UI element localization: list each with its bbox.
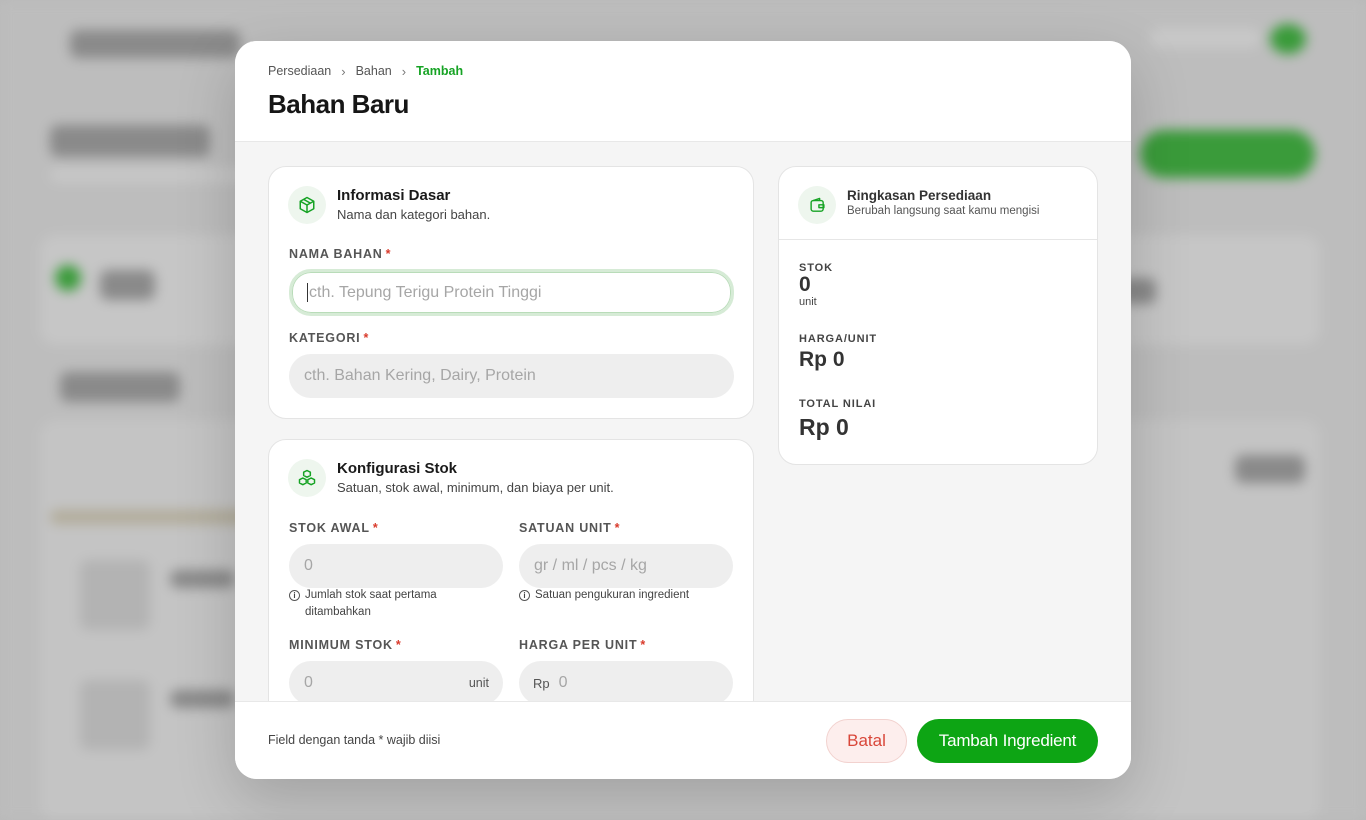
- basic-info-card: Informasi Dasar Nama dan kategori bahan.…: [268, 166, 754, 419]
- add-ingredient-button[interactable]: Tambah Ingredient: [917, 719, 1098, 763]
- category-input[interactable]: cth. Bahan Kering, Dairy, Protein: [289, 354, 734, 398]
- unit-input[interactable]: gr / ml / pcs / kg: [519, 544, 733, 588]
- summary-total-value: Rp 0: [799, 414, 849, 440]
- section-subtitle: Berubah langsung saat kamu mengisi: [847, 205, 1040, 217]
- breadcrumb-item-bahan[interactable]: Bahan: [356, 64, 392, 78]
- name-input[interactable]: cth. Tepung Terigu Protein Tinggi: [289, 269, 734, 316]
- divider: [779, 239, 1097, 240]
- summary-price-value: Rp 0: [799, 348, 845, 371]
- unit-label: SATUAN UNIT *: [519, 521, 621, 535]
- info-icon: i: [289, 590, 300, 601]
- summary-total-label: TOTAL NILAI: [799, 398, 877, 410]
- boxes-icon: [288, 459, 326, 497]
- required-note: Field dengan tanda * wajib diisi: [268, 733, 441, 747]
- min-stock-input[interactable]: 0 unit: [289, 661, 503, 702]
- stock-config-card: Konfigurasi Stok Satuan, stok awal, mini…: [268, 439, 754, 702]
- category-label: KATEGORI *: [289, 331, 370, 345]
- page-title: Bahan Baru: [268, 89, 409, 119]
- section-subtitle: Nama dan kategori bahan.: [337, 207, 491, 222]
- breadcrumb-current: Tambah: [416, 64, 464, 78]
- min-stock-label: MINIMUM STOK *: [289, 638, 402, 652]
- add-ingredient-modal: Persediaan › Bahan › Tambah Bahan Baru I…: [235, 41, 1131, 779]
- name-label: NAMA BAHAN *: [289, 247, 392, 261]
- breadcrumb-separator: ›: [341, 63, 346, 79]
- initial-stock-help: i Jumlah stok saat pertama ditambahkan: [289, 587, 489, 621]
- unit-help: i Satuan pengukuran ingredient: [519, 587, 733, 604]
- section-subtitle: Satuan, stok awal, minimum, dan biaya pe…: [337, 480, 614, 495]
- price-per-unit-input[interactable]: Rp 0: [519, 661, 733, 702]
- summary-stock-value: 0: [799, 273, 811, 296]
- modal-body: Informasi Dasar Nama dan kategori bahan.…: [235, 142, 1131, 702]
- summary-price-label: HARGA/UNIT: [799, 333, 878, 345]
- unit-suffix: unit: [468, 676, 489, 690]
- box-icon: [288, 186, 326, 224]
- modal-footer: Field dengan tanda * wajib diisi Batal T…: [235, 701, 1131, 779]
- initial-stock-input[interactable]: 0: [289, 544, 503, 588]
- breadcrumb-item-persediaan[interactable]: Persediaan: [268, 64, 331, 78]
- initial-stock-label: STOK AWAL *: [289, 521, 379, 535]
- section-title: Ringkasan Persediaan: [847, 188, 992, 203]
- breadcrumb: Persediaan › Bahan › Tambah: [268, 63, 1098, 79]
- breadcrumb-separator: ›: [401, 63, 407, 79]
- price-per-unit-label: HARGA PER UNIT *: [519, 638, 647, 652]
- text-caret: [307, 283, 308, 302]
- cancel-button[interactable]: Batal: [826, 719, 907, 763]
- section-title: Informasi Dasar: [337, 187, 451, 204]
- info-icon: i: [519, 590, 530, 601]
- summary-stock-unit: unit: [799, 296, 817, 308]
- inventory-summary-card: Ringkasan Persediaan Berubah langsung sa…: [778, 166, 1098, 465]
- currency-prefix: Rp: [533, 675, 550, 691]
- section-title: Konfigurasi Stok: [337, 460, 458, 477]
- wallet-icon: [798, 186, 836, 224]
- modal-header: Persediaan › Bahan › Tambah Bahan Baru: [235, 41, 1131, 142]
